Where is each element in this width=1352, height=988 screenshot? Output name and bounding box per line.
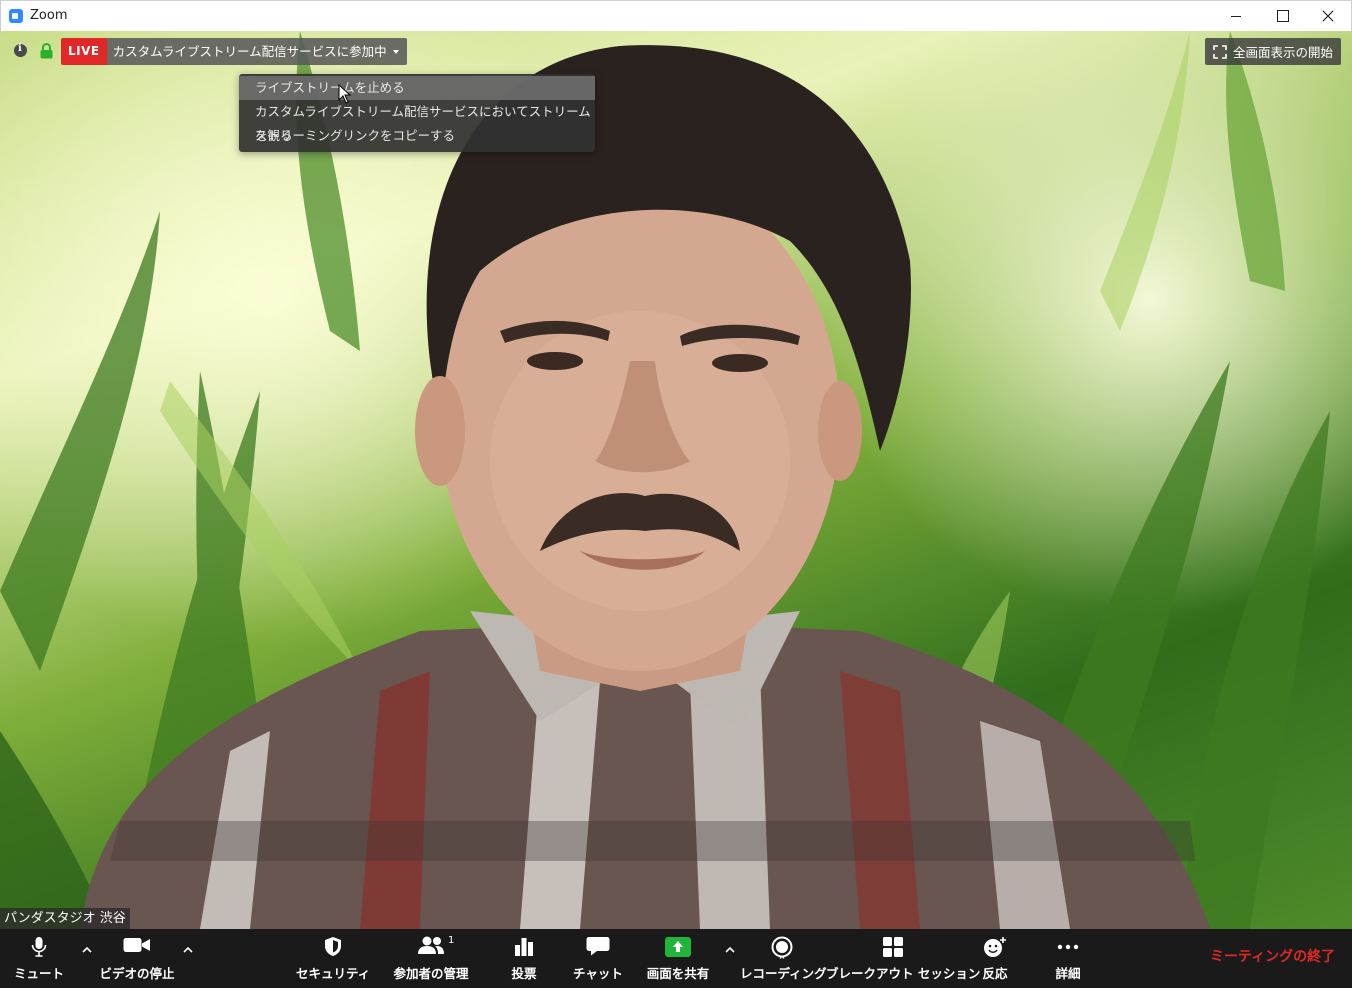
end-meeting-button[interactable]: ミーティングの終了 — [1210, 946, 1335, 966]
video-camera-icon — [123, 938, 150, 952]
minimize-button[interactable] — [1213, 1, 1259, 31]
participant-name-tag: パンダスタジオ 渋谷 — [0, 908, 130, 929]
chat-label: チャット — [573, 966, 623, 981]
bar-chart-icon — [515, 938, 533, 956]
participant-video — [80, 45, 1210, 929]
share-screen-button[interactable]: 画面を共有 — [640, 929, 716, 988]
lock-icon[interactable] — [40, 43, 53, 59]
menu-item-watch-stream[interactable]: カスタムライブストリーム配信サービスにおいてストリームを観る — [239, 100, 595, 143]
chevron-down-icon — [392, 49, 399, 54]
close-icon — [1322, 10, 1334, 22]
reactions-label: 反応 — [982, 966, 1008, 981]
reactions-button[interactable]: 反応 — [972, 929, 1018, 988]
stream-status-label: カスタムライブストリーム配信サービスに参加中 — [112, 44, 387, 59]
share-screen-label: 画面を共有 — [646, 966, 710, 981]
more-label: 詳細 — [1055, 966, 1081, 981]
breakout-rooms-button[interactable]: ブレークアウト セッション — [826, 929, 981, 988]
maximize-button[interactable] — [1259, 1, 1305, 31]
window-title: Zoom — [30, 8, 68, 23]
mute-button[interactable]: ミュート — [6, 929, 72, 988]
security-button[interactable]: セキュリティ — [296, 929, 370, 988]
more-dots-icon — [1057, 944, 1079, 950]
participants-count: 1 — [448, 935, 455, 946]
breakout-grid-icon — [883, 937, 903, 957]
menu-item-copy-link[interactable]: ストリーミングリンクをコピーする — [239, 124, 595, 148]
video-feed — [0, 31, 1352, 929]
zoom-logo-icon — [9, 9, 23, 23]
recording-button[interactable]: レコーディング — [740, 929, 827, 988]
stream-status-dropdown[interactable]: カスタムライブストリーム配信サービスに参加中 — [106, 38, 407, 65]
record-icon — [771, 936, 793, 959]
stop-video-button[interactable]: ビデオの停止 — [96, 929, 178, 988]
participants-label: 参加者の管理 — [393, 966, 469, 981]
stream-menu: ライブストリームを止める カスタムライブストリーム配信サービスにおいてストリーム… — [239, 74, 595, 152]
breakout-label: ブレークアウト セッション — [826, 966, 981, 981]
meeting-toolbar: ミュート ビデオの停止 セキュリティ 1 参加者の管理 投票 チャット 画面を共… — [0, 929, 1352, 988]
participants-button[interactable]: 1 参加者の管理 — [386, 929, 476, 988]
recording-label: レコーディング — [740, 966, 827, 981]
polling-label: 投票 — [511, 966, 537, 981]
participants-icon — [418, 936, 444, 954]
polling-button[interactable]: 投票 — [500, 929, 548, 988]
mouse-cursor-icon — [338, 84, 352, 104]
share-options-caret-icon[interactable] — [725, 945, 735, 955]
microphone-icon — [31, 937, 47, 957]
security-label: セキュリティ — [296, 966, 371, 981]
share-screen-icon — [665, 937, 691, 957]
stop-video-label: ビデオの停止 — [99, 966, 175, 981]
info-icon[interactable] — [14, 43, 27, 57]
live-stream-control[interactable]: LIVE カスタムライブストリーム配信サービスに参加中 — [61, 38, 407, 65]
more-button[interactable]: 詳細 — [1044, 929, 1092, 988]
audio-options-caret-icon[interactable] — [82, 945, 92, 955]
live-badge: LIVE — [61, 38, 107, 65]
chat-bubble-icon — [586, 937, 610, 956]
window-titlebar: Zoom — [0, 0, 1352, 31]
smiley-icon — [984, 937, 1006, 957]
video-options-caret-icon[interactable] — [183, 945, 193, 955]
menu-item-stop-livestream[interactable]: ライブストリームを止める — [239, 76, 595, 100]
shield-icon — [325, 937, 341, 956]
fullscreen-button[interactable]: 全画面表示の開始 — [1205, 38, 1342, 65]
fullscreen-label: 全画面表示の開始 — [1233, 45, 1334, 60]
mute-label: ミュート — [13, 966, 64, 981]
chat-button[interactable]: チャット — [570, 929, 626, 988]
close-button[interactable] — [1305, 1, 1351, 31]
fullscreen-icon — [1213, 44, 1227, 59]
